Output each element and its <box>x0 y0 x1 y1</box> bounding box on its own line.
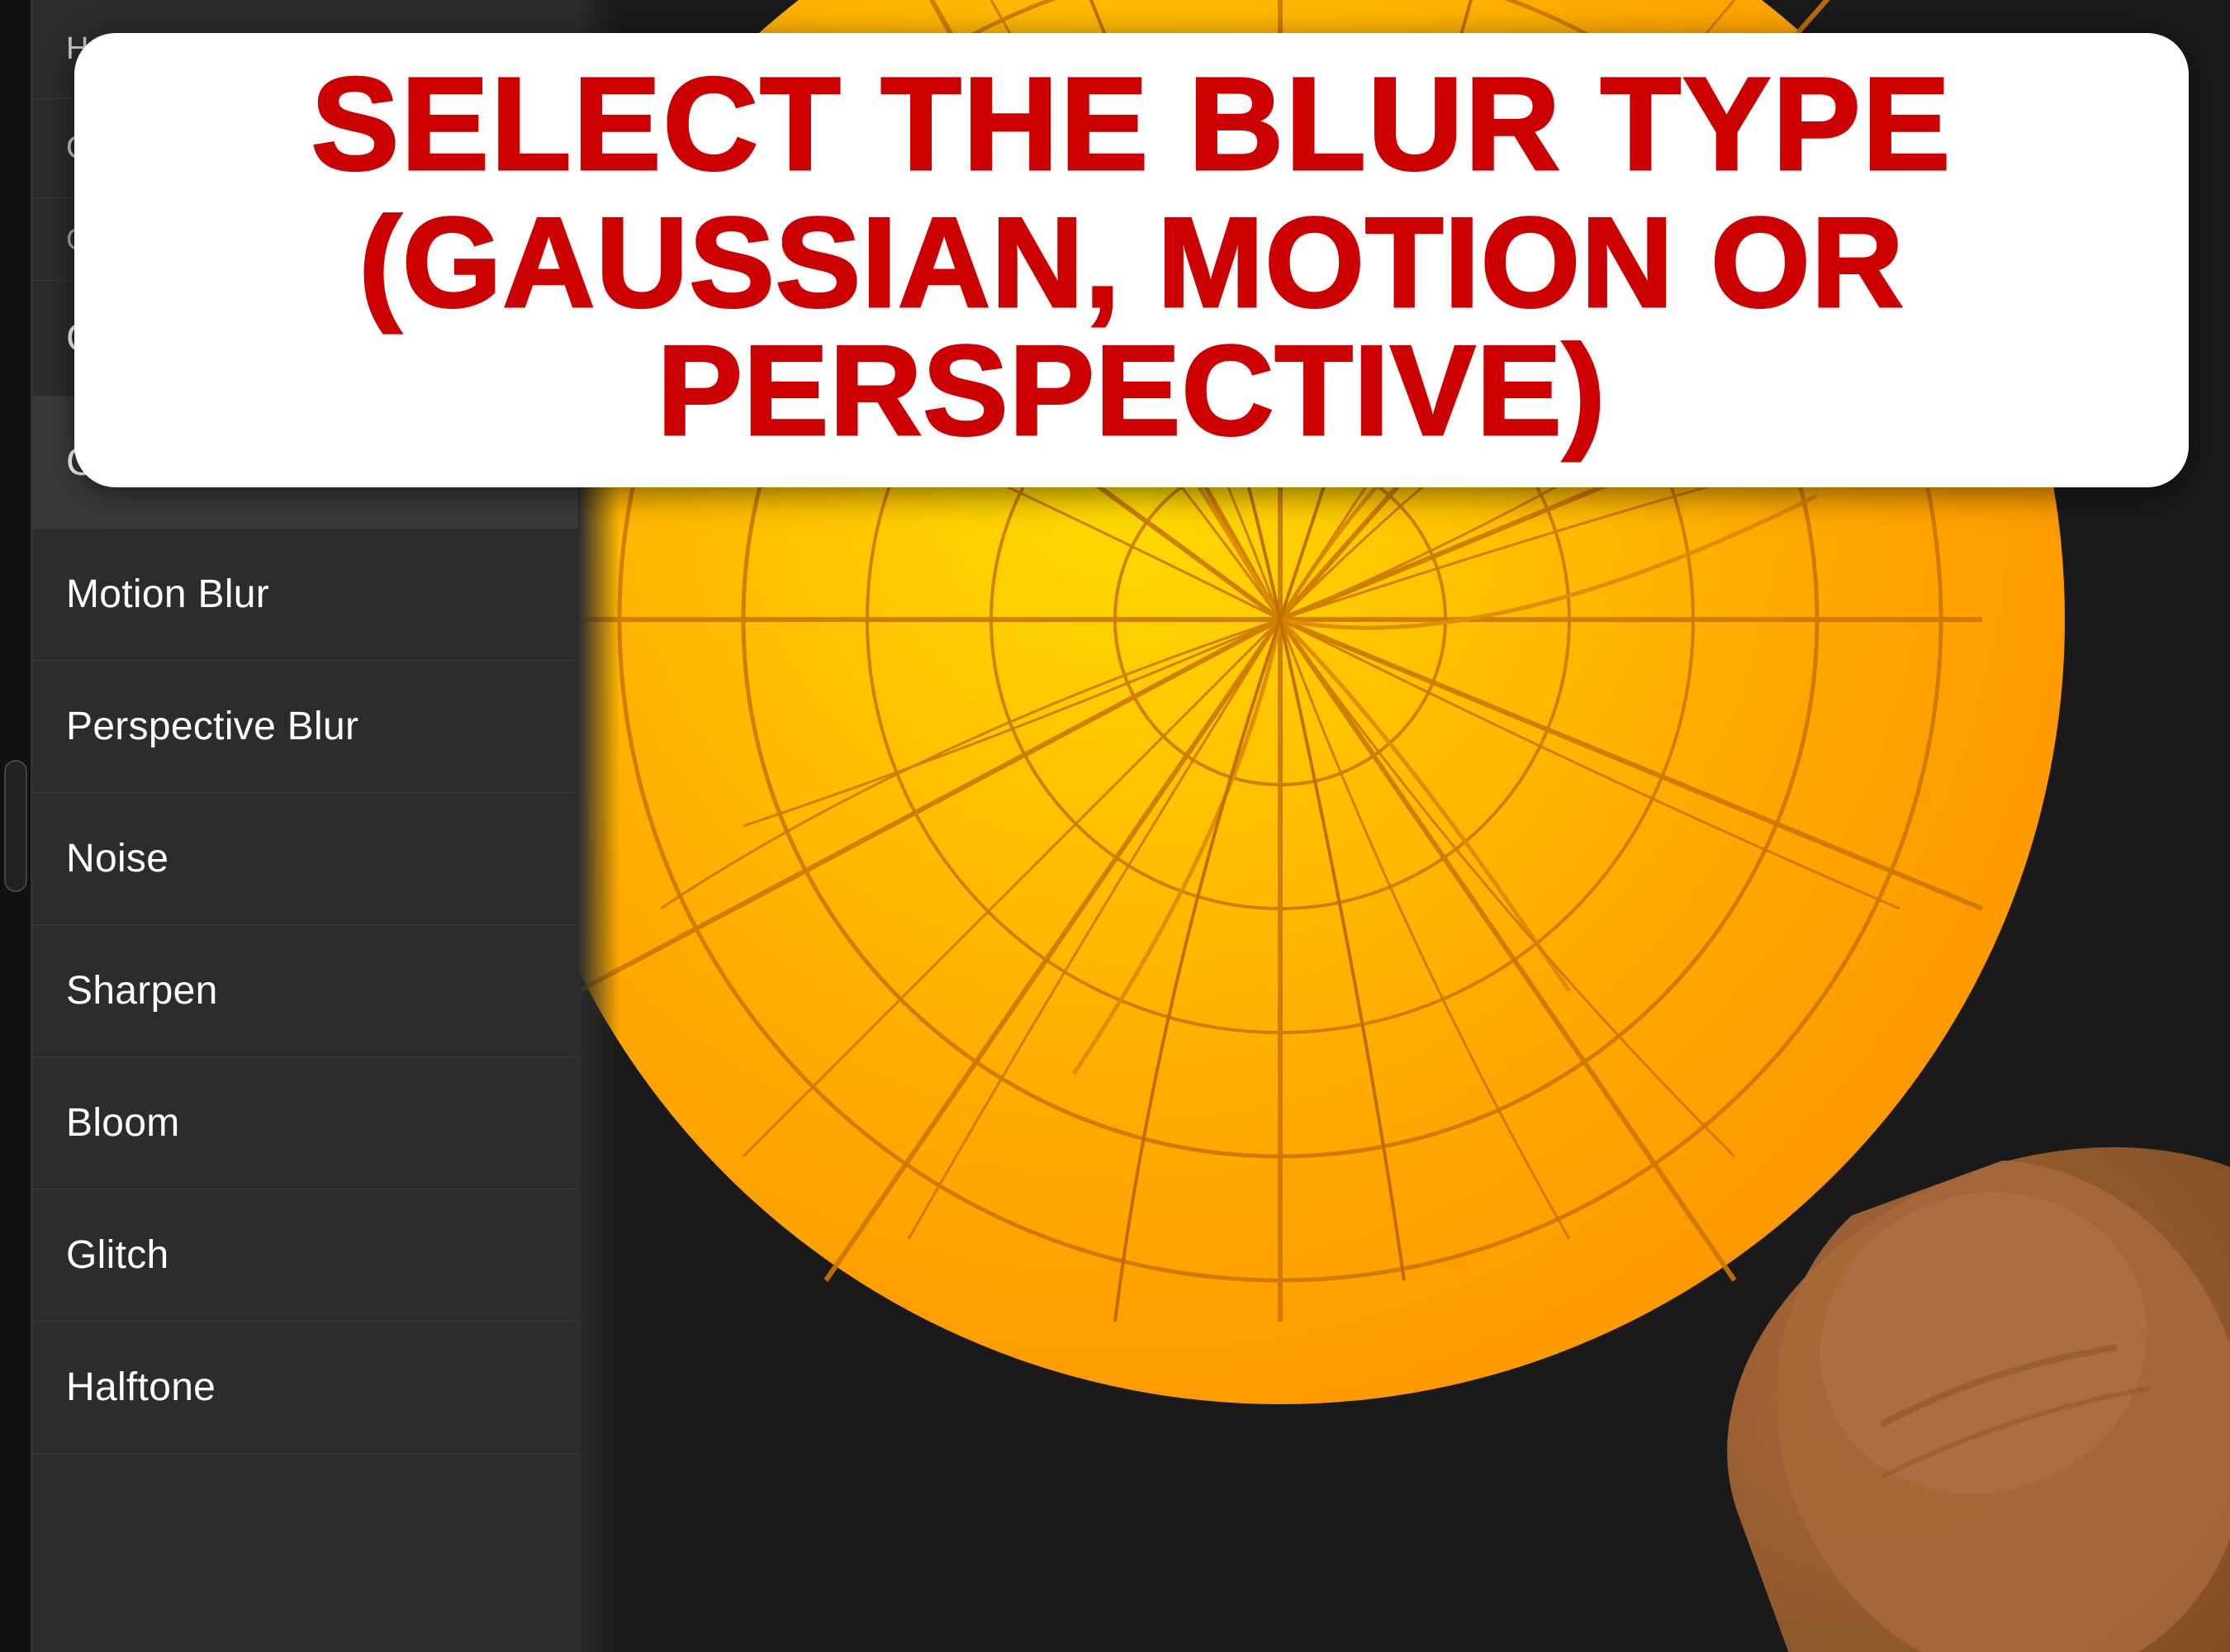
menu-item-noise[interactable]: Noise <box>33 793 578 925</box>
ipad-bezel <box>0 0 33 1652</box>
menu-item-bloom[interactable]: Bloom <box>33 1057 578 1189</box>
menu-item-sharpen[interactable]: Sharpen <box>33 925 578 1057</box>
ipad-home-button <box>4 760 27 892</box>
menu-item-motion-blur[interactable]: Motion Blur <box>33 529 578 661</box>
menu-item-halftone[interactable]: Halftone <box>33 1322 578 1454</box>
annotation-box: SELECT THE BLUR TYPE (GAUSSIAN, MOTION O… <box>74 33 2189 487</box>
annotation-line1: SELECT THE BLUR TYPE <box>124 58 2139 190</box>
annotation-line2: (GAUSSIAN, MOTION OR PERSPECTIVE) <box>124 198 2139 454</box>
menu-item-glitch[interactable]: Glitch <box>33 1189 578 1322</box>
menu-item-perspective-blur[interactable]: Perspective Blur <box>33 661 578 793</box>
